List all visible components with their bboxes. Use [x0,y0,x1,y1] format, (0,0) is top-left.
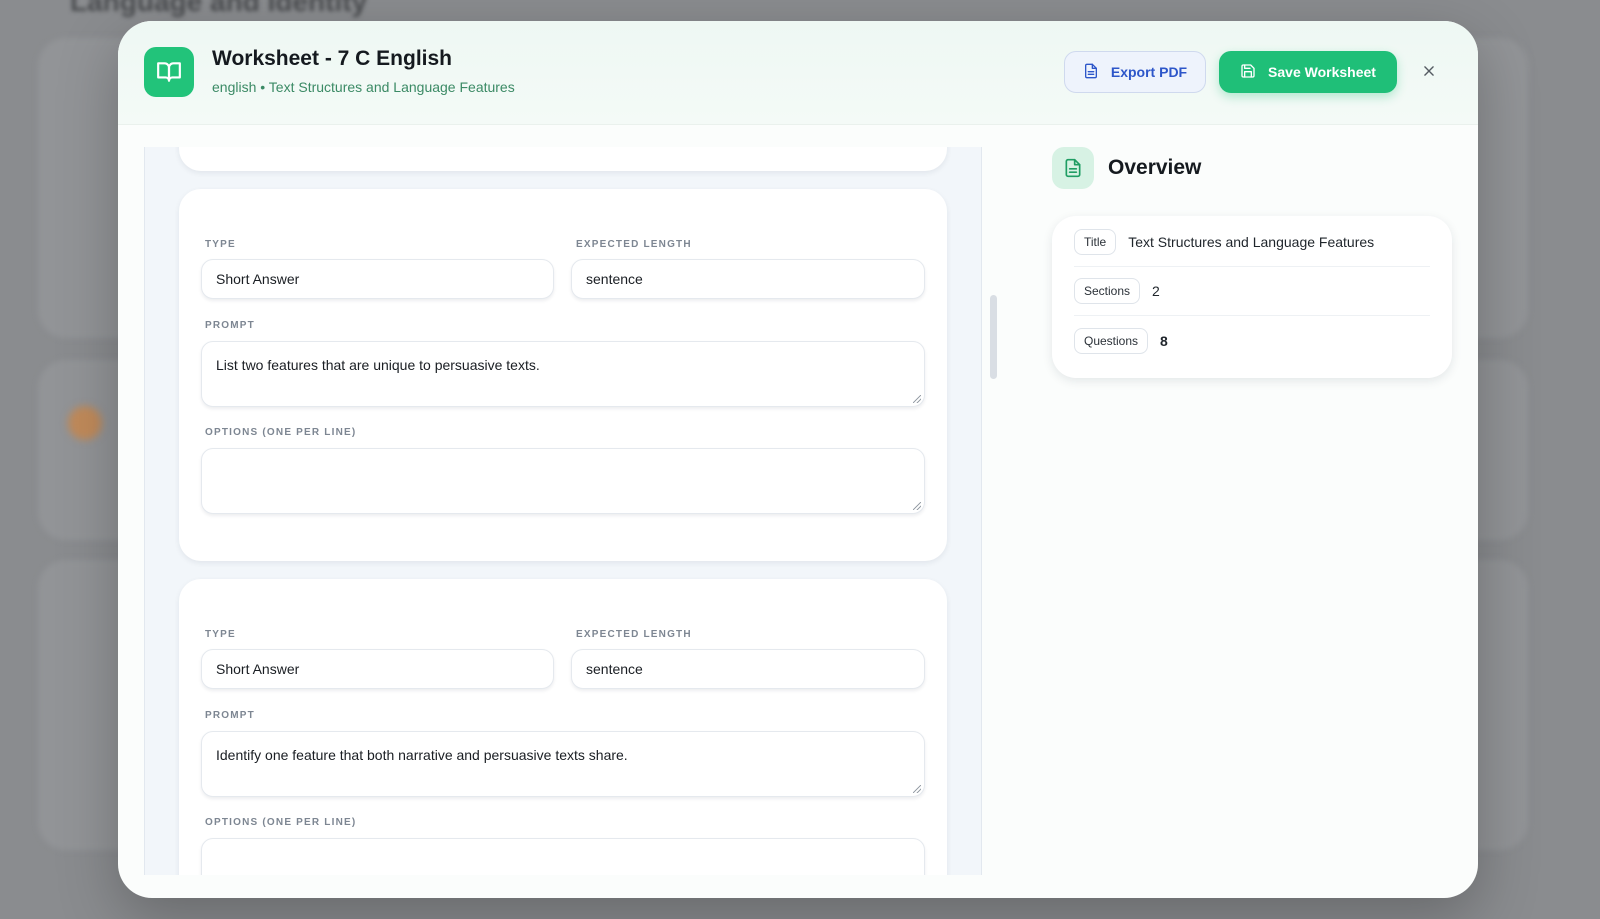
modal-header: Worksheet - 7 C English english • Text S… [118,21,1478,125]
overview-row-questions: Questions 8 [1074,316,1430,365]
modal-subtitle: english • Text Structures and Language F… [212,79,515,95]
background-page-heading: Language and Identity [70,0,368,17]
prompt-label: PROMPT [205,320,255,331]
close-button[interactable] [1416,59,1442,85]
resize-handle-icon[interactable] [913,502,921,510]
prompt-text: Identify one feature that both narrative… [216,747,628,763]
overview-key: Title [1074,229,1117,255]
expected-length-label: EXPECTED LENGTH [576,629,692,640]
save-worksheet-label: Save Worksheet [1268,64,1376,80]
resize-handle-icon[interactable] [913,785,921,793]
resize-handle-icon[interactable] [913,395,921,403]
options-textarea[interactable] [201,448,925,514]
export-pdf-button[interactable]: Export PDF [1064,51,1206,93]
type-label: TYPE [205,239,236,250]
editor-scrollbar[interactable] [990,295,997,379]
overview-card: Title Text Structures and Language Featu… [1052,216,1452,378]
options-label: OPTIONS (ONE PER LINE) [205,427,357,438]
prompt-text: List two features that are unique to per… [216,357,540,373]
type-select[interactable]: Short Answer [201,259,554,299]
modal-title: Worksheet - 7 C English [212,47,452,70]
prompt-textarea[interactable]: Identify one feature that both narrative… [201,731,925,797]
question-card: TYPE EXPECTED LENGTH Short Answer senten… [179,189,947,561]
question-editor-pane[interactable]: TYPE EXPECTED LENGTH Short Answer senten… [144,147,982,875]
options-label: OPTIONS (ONE PER LINE) [205,817,357,828]
options-textarea[interactable] [201,838,925,875]
overview-heading: Overview [1108,156,1202,179]
prompt-label: PROMPT [205,710,255,721]
save-worksheet-button[interactable]: Save Worksheet [1219,51,1397,93]
book-icon [144,47,194,97]
overview-key: Questions [1074,327,1149,354]
question-card: TYPE EXPECTED LENGTH Short Answer senten… [179,579,947,875]
save-icon [1240,63,1256,82]
expected-length-input[interactable]: sentence [571,649,925,689]
prompt-textarea[interactable]: List two features that are unique to per… [201,341,925,407]
overview-value: 2 [1152,283,1160,299]
overview-row-title: Title Text Structures and Language Featu… [1074,218,1430,267]
overview-value: 8 [1160,332,1168,349]
type-label: TYPE [205,629,236,640]
question-card [179,147,947,171]
export-pdf-label: Export PDF [1110,64,1188,80]
overview-key: Sections [1074,278,1141,304]
type-select[interactable]: Short Answer [201,649,554,689]
document-icon [1052,147,1094,189]
expected-length-input[interactable]: sentence [571,259,925,299]
worksheet-modal: Worksheet - 7 C English english • Text S… [118,21,1478,898]
close-icon [1422,64,1436,81]
background-avatar [68,406,102,440]
document-icon [1083,63,1099,82]
expected-length-label: EXPECTED LENGTH [576,239,692,250]
overview-row-sections: Sections 2 [1074,267,1430,316]
overview-value: Text Structures and Language Features [1128,234,1375,250]
